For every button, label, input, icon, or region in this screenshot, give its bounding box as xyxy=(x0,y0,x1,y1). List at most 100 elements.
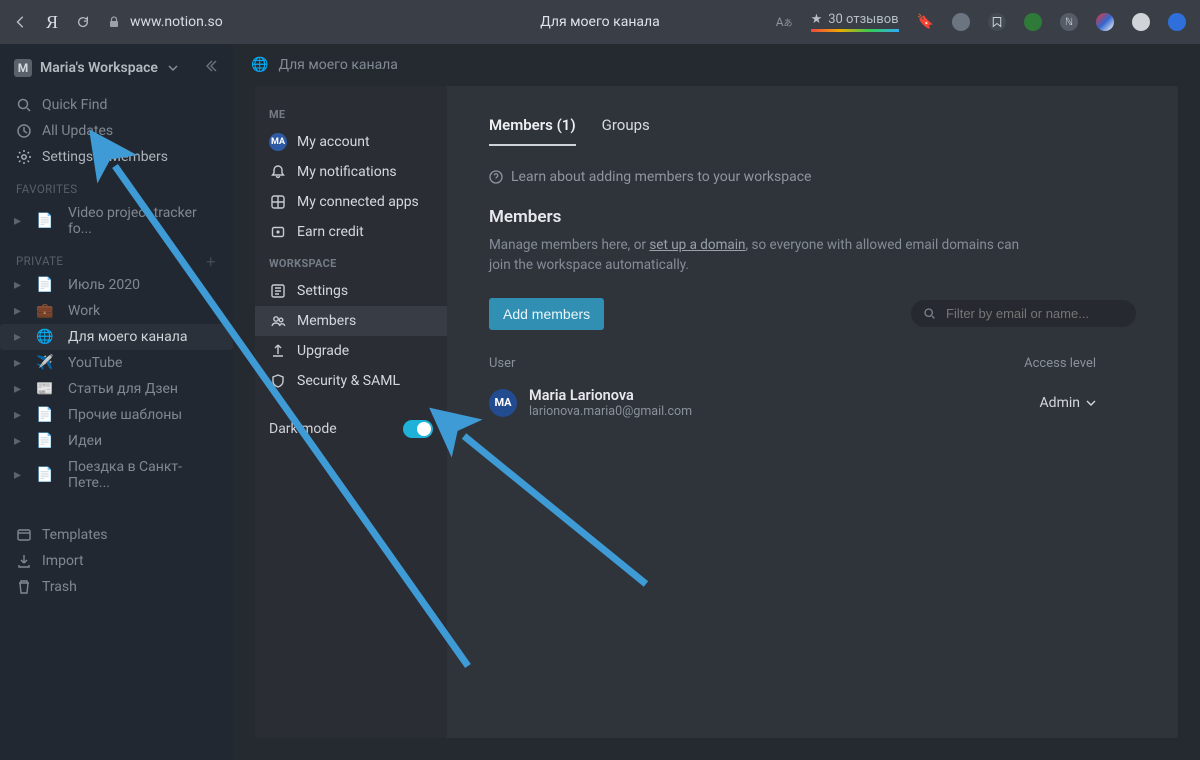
settings-item-upgrade[interactable]: Upgrade xyxy=(255,336,447,366)
caret-icon[interactable]: ▸ xyxy=(14,277,22,293)
sidebar-page-label: YouTube xyxy=(68,355,122,371)
private-heading: PRIVATE ＋ xyxy=(0,242,233,272)
caret-icon[interactable]: ▸ xyxy=(14,381,22,397)
extension-icon[interactable] xyxy=(1132,13,1150,31)
workspace-sidebar: M Maria's Workspace Quick Find All Updat… xyxy=(0,44,233,760)
account-icon: MA xyxy=(269,133,287,151)
sidebar-page[interactable]: ▸📄Июль 2020 xyxy=(0,272,233,298)
caret-icon[interactable]: ▸ xyxy=(14,213,22,229)
page-icon: ✈️ xyxy=(36,355,52,371)
reviews-badge[interactable]: ★ 30 отзывов xyxy=(811,12,899,32)
clock-icon xyxy=(16,123,32,139)
collapse-sidebar-icon[interactable] xyxy=(203,58,219,78)
member-name: Maria Larionova xyxy=(529,387,692,404)
sidebar-page-favorite[interactable]: ▸ 📄 Video project tracker fo... xyxy=(0,200,233,242)
settings-item-apps[interactable]: My connected apps xyxy=(255,187,447,217)
sidebar-page[interactable]: ▸📄Поездка в Санкт-Пете... xyxy=(0,454,233,496)
add-members-button[interactable]: Add members xyxy=(489,298,604,330)
extension-icon[interactable] xyxy=(952,13,970,31)
settings-item-notifications[interactable]: My notifications xyxy=(255,157,447,187)
trash[interactable]: Trash xyxy=(6,574,227,600)
sidebar-page-label: Work xyxy=(68,303,100,319)
settings-item-label: Members xyxy=(297,313,356,329)
tabs: Members (1) Groups xyxy=(489,116,1136,147)
sidebar-page[interactable]: ▸📰Статьи для Дзен xyxy=(0,376,233,402)
avatar-icon: MA xyxy=(269,133,287,151)
settings-item-members[interactable]: Members xyxy=(255,306,447,336)
dark-mode-toggle[interactable] xyxy=(403,420,433,438)
caret-icon[interactable]: ▸ xyxy=(14,467,22,483)
settings-section-me: ME xyxy=(255,98,447,127)
extension-icon[interactable] xyxy=(1096,13,1114,31)
tab-groups[interactable]: Groups xyxy=(602,116,650,146)
dark-mode-label: Dark mode xyxy=(269,421,337,437)
url-text: www.notion.so xyxy=(130,14,223,30)
yandex-logo-icon[interactable]: Я xyxy=(46,15,58,29)
sidebar-page[interactable]: ▸📄Идеи xyxy=(0,428,233,454)
quick-find[interactable]: Quick Find xyxy=(6,92,227,118)
extension-icon[interactable] xyxy=(988,13,1006,31)
sidebar-page-label: Прочие шаблоны xyxy=(68,407,182,423)
extension-icon[interactable]: ℕ xyxy=(1060,13,1078,31)
member-row: MA Maria Larionova larionova.maria0@gmai… xyxy=(489,387,1136,419)
settings-item-security[interactable]: Security & SAML xyxy=(255,366,447,396)
reload-button[interactable] xyxy=(76,15,90,29)
members-description: Manage members here, or set up a domain,… xyxy=(489,235,1029,276)
col-access: Access level xyxy=(1024,356,1096,371)
breadcrumb-title: Для моего канала xyxy=(278,57,397,73)
breadcrumb[interactable]: 🌐 Для моего канала xyxy=(233,44,1200,86)
setup-domain-link[interactable]: set up a domain xyxy=(649,237,745,253)
lock-icon xyxy=(108,16,120,28)
dark-mode-row: Dark mode xyxy=(255,414,447,444)
apps-icon xyxy=(269,193,287,211)
member-email: larionova.maria0@gmail.com xyxy=(529,404,692,419)
caret-icon[interactable]: ▸ xyxy=(14,433,22,449)
page-icon: 📄 xyxy=(36,213,52,229)
credit-icon xyxy=(269,223,287,241)
workspace-switcher[interactable]: M Maria's Workspace xyxy=(0,58,233,92)
star-icon: ★ xyxy=(811,12,823,27)
caret-icon[interactable]: ▸ xyxy=(14,303,22,319)
caret-icon[interactable]: ▸ xyxy=(14,329,22,345)
gear-icon xyxy=(16,149,32,165)
sidebar-page-label: Для моего канала xyxy=(68,329,187,345)
bookmark-icon[interactable]: 🔖 xyxy=(917,14,934,30)
search-icon xyxy=(923,307,936,320)
settings-item-account[interactable]: MAMy account xyxy=(255,127,447,157)
settings-item-label: Earn credit xyxy=(297,224,364,240)
settings-sidebar: ME MAMy accountMy notificationsMy connec… xyxy=(255,86,447,738)
sidebar-page[interactable]: ▸💼Work xyxy=(0,298,233,324)
extension-icon[interactable] xyxy=(1024,13,1042,31)
settings-item-settings[interactable]: Settings xyxy=(255,276,447,306)
translate-icon[interactable]: Aあ xyxy=(776,15,793,29)
settings-members[interactable]: Settings & Members xyxy=(6,144,227,170)
learn-link[interactable]: Learn about adding members to your works… xyxy=(489,169,1136,185)
address-bar[interactable]: www.notion.so xyxy=(108,14,223,30)
templates[interactable]: Templates xyxy=(6,522,227,548)
import-icon xyxy=(16,553,32,569)
caret-icon[interactable]: ▸ xyxy=(14,355,22,371)
settings-item-label: Upgrade xyxy=(297,343,349,359)
filter-input[interactable] xyxy=(944,305,1124,322)
sidebar-page-label: Июль 2020 xyxy=(68,277,140,293)
settings-content: Members (1) Groups Learn about adding me… xyxy=(447,86,1178,738)
workspace-avatar-icon: M xyxy=(14,59,32,77)
sidebar-page-label: Поездка в Санкт-Пете... xyxy=(68,459,223,491)
back-button[interactable] xyxy=(14,15,28,29)
member-avatar: MA xyxy=(489,389,517,417)
import[interactable]: Import xyxy=(6,548,227,574)
chevron-down-icon xyxy=(168,63,178,73)
all-updates[interactable]: All Updates xyxy=(6,118,227,144)
member-access-select[interactable]: Admin xyxy=(1040,395,1096,411)
sidebar-page[interactable]: ▸🌐Для моего канала xyxy=(0,324,233,350)
sidebar-page[interactable]: ▸ ✈️ YouTube xyxy=(0,350,233,376)
browser-chrome: Я www.notion.so Для моего канала Aあ ★ 30… xyxy=(0,0,1200,44)
settings-item-credit[interactable]: Earn credit xyxy=(255,217,447,247)
caret-icon[interactable]: ▸ xyxy=(14,407,22,423)
sidebar-page[interactable]: ▸ 📄 Прочие шаблоны xyxy=(0,402,233,428)
tab-members[interactable]: Members (1) xyxy=(489,116,576,146)
add-page-button[interactable]: ＋ xyxy=(205,254,217,270)
page-icon: 📄 xyxy=(36,407,52,423)
filter-members[interactable] xyxy=(911,300,1136,327)
extension-icon[interactable] xyxy=(1168,13,1186,31)
